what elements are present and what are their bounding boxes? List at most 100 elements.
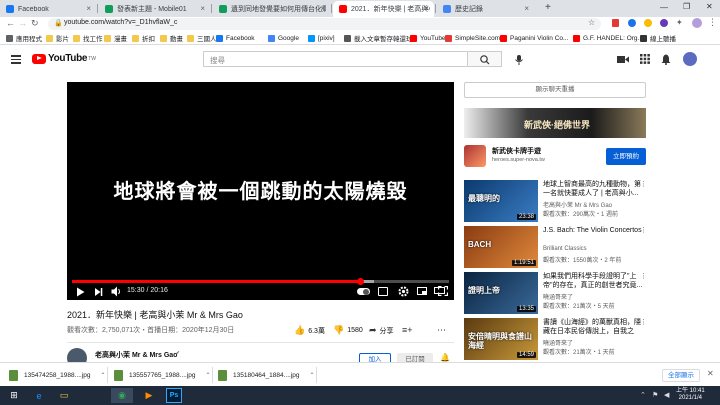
bookmark-item[interactable]: Facebook: [216, 33, 255, 43]
close-tab-icon[interactable]: ×: [524, 4, 529, 13]
save-to-playlist-button[interactable]: ≡+: [402, 325, 413, 335]
close-tab-icon[interactable]: ×: [320, 4, 325, 13]
bookmark-item[interactable]: YouTube: [410, 33, 446, 43]
photoshop-icon[interactable]: Ps: [166, 388, 182, 403]
download-item[interactable]: 135557765_1988....jpg ⌃: [114, 367, 211, 383]
bookmark-star-icon[interactable]: ☆: [588, 18, 595, 27]
user-avatar[interactable]: [683, 52, 697, 66]
close-download-bar-icon[interactable]: ✕: [707, 369, 714, 378]
recommended-channel[interactable]: 老高與小茉 Mr & Mrs Gao: [543, 200, 612, 209]
browser-tab[interactable]: 2021．新年快樂 | 老高與小茉 M×: [333, 1, 434, 17]
tray-volume-icon[interactable]: ◀: [664, 391, 669, 399]
search-input[interactable]: 搜尋: [203, 51, 468, 67]
chevron-up-icon[interactable]: ⌃: [101, 372, 106, 379]
address-bar[interactable]: 🔒 youtube.com/watch?v=_D1hvflaW_c ☆: [48, 18, 601, 30]
reload-icon[interactable]: ↻: [31, 18, 39, 29]
browser-tab[interactable]: 發表新主題 - Mobile01 ×: [99, 1, 210, 17]
ad-banner[interactable]: 新武俠·絕佛世界: [464, 108, 646, 138]
explorer-icon[interactable]: ▭: [56, 388, 72, 403]
profile-avatar[interactable]: [692, 18, 702, 28]
hamburger-menu-icon[interactable]: [11, 55, 21, 64]
more-options-icon[interactable]: ⋮: [640, 272, 647, 280]
miniplayer-icon[interactable]: [417, 287, 427, 295]
back-icon[interactable]: ←: [6, 18, 15, 28]
window-close-icon[interactable]: ✕: [706, 2, 713, 11]
download-item[interactable]: 135474258_1988....jpg ⌃: [9, 367, 106, 383]
window-minimize-icon[interactable]: —: [660, 3, 668, 12]
browser-tab[interactable]: 歷史記錄 ×: [437, 1, 534, 17]
bookmark-item[interactable]: SimpleSite.com: [445, 33, 500, 43]
bookmark-item[interactable]: 漫畫: [104, 33, 127, 43]
close-tab-icon[interactable]: ×: [200, 4, 205, 13]
ad-cta-button[interactable]: 立即預約: [606, 148, 646, 165]
bookmark-item[interactable]: 三國人: [187, 33, 217, 43]
show-chat-replay-button[interactable]: 顯示聊天重播: [464, 82, 646, 98]
more-options-icon[interactable]: ⋮: [640, 318, 647, 326]
recommended-channel[interactable]: 曉涵哥來了: [543, 338, 573, 347]
close-tab-icon[interactable]: ×: [86, 4, 91, 13]
browser-tab[interactable]: Facebook ×: [0, 1, 96, 17]
chevron-up-icon[interactable]: ⌃: [206, 372, 211, 379]
bookmark-item[interactable]: G.F. HANDEL: Org...: [573, 33, 643, 43]
windows-start-icon[interactable]: ⊞: [6, 388, 22, 403]
bookmark-item[interactable]: 載入文章暫存韓還球: [344, 33, 413, 43]
bookmark-item[interactable]: 應用程式: [6, 33, 42, 43]
chrome-icon[interactable]: ◉: [111, 388, 133, 403]
chevron-up-icon[interactable]: ⌃: [310, 372, 315, 379]
recommended-channel[interactable]: Brilliant Classics: [543, 246, 587, 252]
fullscreen-icon[interactable]: [438, 286, 448, 296]
bookmark-item[interactable]: 動畫: [160, 33, 183, 43]
autoplay-toggle[interactable]: [357, 288, 370, 295]
recommended-video[interactable]: 最聰明的 23:38 地球上智商最高的九種動物，第一名就快要成人了 | 老高與小..…: [464, 180, 647, 226]
recommended-video[interactable]: 證明上帝 13:35 如果我們用科學手段證明了"上帝"的存在，真正的創世者究竟...…: [464, 272, 647, 318]
video-thumbnail[interactable]: BACH 1:19:51: [464, 226, 538, 268]
new-tab-button[interactable]: +: [545, 2, 551, 13]
show-all-downloads-button[interactable]: 全部顯示: [662, 369, 700, 382]
more-options-icon[interactable]: ⋮: [640, 180, 647, 188]
browser-tab[interactable]: 遺到同地發覺要如何用傳台化剩 ×: [213, 1, 330, 17]
extension-icon[interactable]: [628, 19, 636, 27]
media-player-icon[interactable]: ▶: [141, 388, 157, 403]
search-button[interactable]: [468, 51, 502, 67]
subtitles-icon[interactable]: [378, 287, 388, 296]
share-button[interactable]: ➦ 分享: [369, 325, 394, 336]
video-thumbnail[interactable]: 安倍晴明與食譜山海經 14:59: [464, 318, 538, 360]
forward-icon[interactable]: →: [18, 18, 27, 28]
bookmark-item[interactable]: 影片: [46, 33, 69, 43]
extension-icon[interactable]: [660, 19, 668, 27]
settings-gear-icon[interactable]: [398, 286, 409, 297]
progress-scrubber[interactable]: [357, 278, 365, 285]
extensions-puzzle-icon[interactable]: ✦: [676, 18, 683, 27]
tray-flag-icon[interactable]: ⚑: [652, 391, 658, 399]
create-video-icon[interactable]: [617, 55, 629, 64]
recommended-channel[interactable]: 曉涵哥來了: [543, 292, 573, 301]
extension-icon[interactable]: [612, 19, 619, 27]
notifications-bell-icon[interactable]: [661, 54, 671, 65]
bookmark-item[interactable]: 折扣: [132, 33, 155, 43]
like-button[interactable]: 👍 6.3萬: [294, 325, 325, 336]
video-thumbnail[interactable]: 證明上帝 13:35: [464, 272, 538, 314]
recommended-video[interactable]: BACH 1:19:51 J.S. Bach: The Violin Concert…: [464, 226, 647, 272]
youtube-logo[interactable]: YouTube TW: [32, 53, 96, 64]
more-actions-button[interactable]: ⋯: [437, 325, 446, 336]
bookmark-item[interactable]: [pixiv]: [308, 33, 335, 43]
channel-name[interactable]: 老高與小茉 Mr & Mrs Gao: [95, 350, 177, 360]
progress-bar[interactable]: [72, 278, 449, 285]
bookmark-item[interactable]: 找工作: [73, 33, 103, 43]
ad-app-icon[interactable]: [464, 145, 486, 167]
next-video-icon[interactable]: [94, 287, 103, 297]
browser-menu-icon[interactable]: ⋮: [708, 17, 717, 28]
system-clock[interactable]: 上午 10:41 2021/1/4: [676, 388, 705, 402]
notification-bell-icon[interactable]: 🔔: [440, 353, 450, 362]
video-player[interactable]: 地球將會被一個跳動的太陽燒毀 15:30 / 20:16: [67, 82, 454, 300]
tray-expand-icon[interactable]: ⌃: [640, 391, 646, 399]
apps-grid-icon[interactable]: [640, 54, 650, 64]
extension-icon[interactable]: [644, 19, 652, 27]
microphone-icon[interactable]: [513, 54, 525, 66]
bookmark-item[interactable]: Google: [268, 33, 299, 43]
window-maximize-icon[interactable]: ❐: [683, 2, 690, 11]
video-thumbnail[interactable]: 最聰明的 23:38: [464, 180, 538, 222]
download-item[interactable]: 135180464_1884....jpg ⌃: [218, 367, 315, 383]
more-options-icon[interactable]: ⋮: [640, 226, 647, 234]
bookmark-item[interactable]: Paganini Violin Co...: [500, 33, 568, 43]
